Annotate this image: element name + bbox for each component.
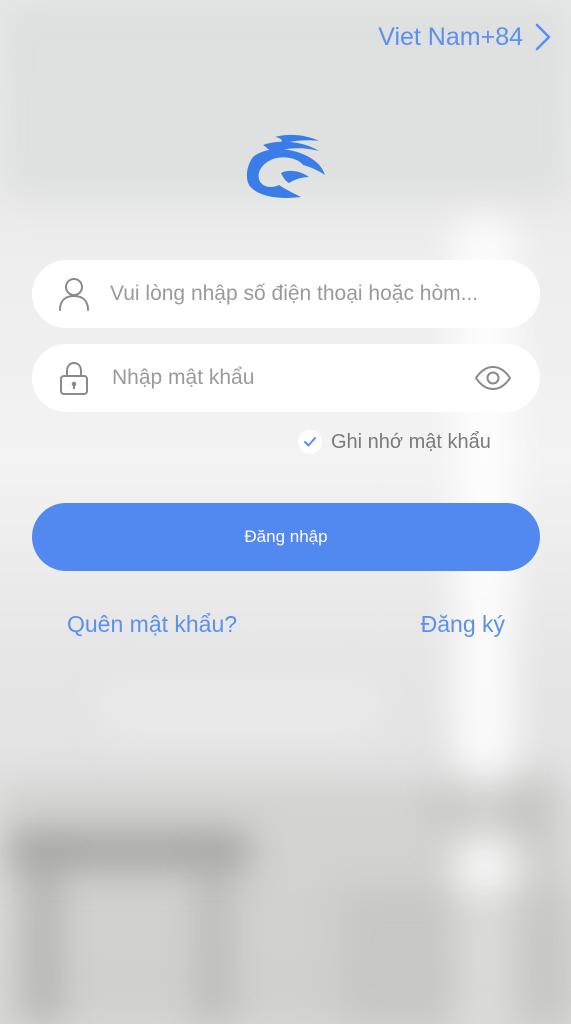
- password-field: [32, 344, 540, 412]
- app-logo-icon: [246, 134, 325, 198]
- country-selector[interactable]: Viet Nam+84: [378, 22, 553, 52]
- login-button[interactable]: Đăng nhập: [32, 503, 540, 571]
- eye-icon[interactable]: [474, 365, 512, 391]
- username-input[interactable]: [110, 274, 540, 314]
- remember-password-toggle[interactable]: Ghi nhớ mật khẩu: [298, 430, 491, 454]
- user-icon: [59, 278, 89, 311]
- background-blur: [440, 780, 540, 840]
- login-screen: Viet Nam+84 Vui lòng nhập số điện thoại …: [0, 0, 571, 1024]
- background-blur: [340, 890, 571, 1024]
- password-input[interactable]: [112, 358, 474, 398]
- lock-icon: [60, 361, 88, 395]
- username-field: [32, 260, 540, 328]
- remember-checkbox[interactable]: [298, 430, 322, 454]
- background-blur: [100, 680, 380, 740]
- remember-label: Ghi nhớ mật khẩu: [331, 430, 491, 453]
- country-label: Viet Nam+84: [378, 22, 523, 51]
- background-blur: [200, 860, 228, 1024]
- chevron-right-icon: [535, 23, 551, 51]
- background-blur: [30, 860, 58, 1024]
- register-link[interactable]: Đăng ký: [421, 611, 505, 638]
- check-icon: [304, 437, 316, 447]
- forgot-password-link[interactable]: Quên mật khẩu?: [67, 611, 237, 638]
